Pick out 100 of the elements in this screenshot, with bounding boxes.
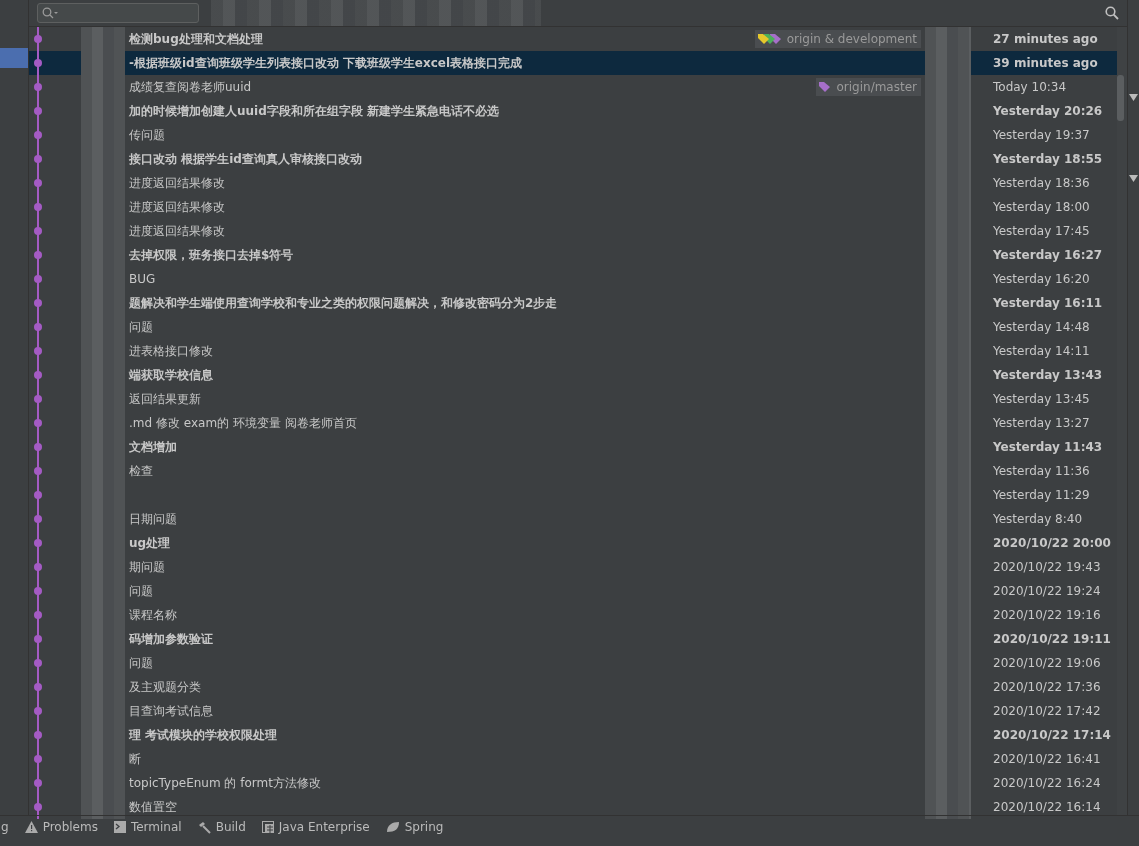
- commit-message: 理 考试模块的学校权限处理: [129, 726, 279, 744]
- tool-window-button[interactable]: Java Enterprise: [261, 820, 370, 834]
- commit-message: 进表格接口修改: [129, 342, 214, 360]
- branch-label: origin/master: [816, 78, 921, 96]
- commit-message: 题解决和学生端使用查询学校和专业之类的权限问题解决，和修改密码分为2步走: [129, 294, 559, 312]
- commit-date: 2020/10/22 16:14: [993, 800, 1102, 814]
- commit-message: 加的时候增加创建人uuid字段和所在组字段 新建学生紧急电话不必选: [129, 102, 500, 120]
- commit-row[interactable]: 进度返回结果修改 Yesterday 18:36: [29, 171, 1117, 195]
- commit-row[interactable]: topicTypeEnum 的 formt方法修改 2020/10/22 16:24: [29, 771, 1117, 795]
- commit-date: Yesterday 14:48: [993, 320, 1091, 334]
- commit-row[interactable]: 问题 2020/10/22 19:24: [29, 579, 1117, 603]
- commit-message: 去掉权限，班务接口去掉$符号: [129, 246, 295, 264]
- commit-row[interactable]: 目查询考试信息 2020/10/22 17:42: [29, 699, 1117, 723]
- commit-row[interactable]: 进度返回结果修改 Yesterday 18:00: [29, 195, 1117, 219]
- commit-row[interactable]: 进表格接口修改 Yesterday 14:11: [29, 339, 1117, 363]
- commit-row[interactable]: .md 修改 exam的 环境变量 阅卷老师首页 Yesterday 13:27: [29, 411, 1117, 435]
- commit-message: 断: [129, 750, 142, 768]
- commit-date: 2020/10/22 19:11: [993, 632, 1112, 646]
- commit-row[interactable]: 加的时候增加创建人uuid字段和所在组字段 新建学生紧急电话不必选 Yesterday 20:26: [29, 99, 1117, 123]
- commit-date: Yesterday 18:36: [993, 176, 1091, 190]
- commit-date: Yesterday 8:40: [993, 512, 1083, 526]
- commit-date: Yesterday 13:43: [993, 368, 1104, 382]
- commit-message: 接口改动 根据学生id查询真人审核接口改动: [129, 150, 363, 168]
- commit-message: 端获取学校信息: [129, 366, 214, 384]
- commit-message: 数值置空: [129, 798, 178, 816]
- commit-row[interactable]: 去掉权限，班务接口去掉$符号 Yesterday 16:27: [29, 243, 1117, 267]
- commit-date: 2020/10/22 16:24: [993, 776, 1102, 790]
- commit-date: Yesterday 11:36: [993, 464, 1091, 478]
- commit-date: Yesterday 13:27: [993, 416, 1091, 430]
- tool-window-button[interactable]: Terminal: [113, 820, 182, 834]
- commit-message: 课程名称: [129, 606, 178, 624]
- commit-date: Today 10:34: [993, 80, 1068, 94]
- commit-message: .md 修改 exam的 环境变量 阅卷老师首页: [129, 414, 358, 432]
- commit-row[interactable]: 进度返回结果修改 Yesterday 17:45: [29, 219, 1117, 243]
- commit-row[interactable]: Yesterday 11:29: [29, 483, 1117, 507]
- commit-row[interactable]: 问题 Yesterday 14:48: [29, 315, 1117, 339]
- commit-date: Yesterday 13:45: [993, 392, 1091, 406]
- commit-date: Yesterday 16:27: [993, 248, 1104, 262]
- commit-row[interactable]: ug处理 2020/10/22 20:00: [29, 531, 1117, 555]
- commit-row[interactable]: 期问题 2020/10/22 19:43: [29, 555, 1117, 579]
- commit-message: 检测bug处理和文档处理: [129, 30, 264, 48]
- commit-date: 39 minutes ago: [993, 56, 1099, 70]
- commit-date: Yesterday 18:55: [993, 152, 1104, 166]
- tool-window-button[interactable]: Spring: [385, 820, 444, 834]
- commit-message: 及主观题分类: [129, 678, 202, 696]
- commit-date: 2020/10/22 17:36: [993, 680, 1102, 694]
- commit-message: 码增加参数验证: [129, 630, 214, 648]
- commit-row[interactable]: 日期问题 Yesterday 8:40: [29, 507, 1117, 531]
- commit-date: Yesterday 11:43: [993, 440, 1104, 454]
- tool-window-button[interactable]: Build: [197, 820, 246, 834]
- commit-row[interactable]: BUG Yesterday 16:20: [29, 267, 1117, 291]
- commit-date: Yesterday 20:26: [993, 104, 1104, 118]
- commit-row[interactable]: 接口改动 根据学生id查询真人审核接口改动 Yesterday 18:55: [29, 147, 1117, 171]
- commit-date: Yesterday 17:45: [993, 224, 1091, 238]
- commit-date: 2020/10/22 17:42: [993, 704, 1102, 718]
- commit-message: 进度返回结果修改: [129, 174, 226, 192]
- commit-message: 期问题: [129, 558, 166, 576]
- commit-row[interactable]: 检查 Yesterday 11:36: [29, 459, 1117, 483]
- commit-message: 返回结果更新: [129, 390, 202, 408]
- commit-date: Yesterday 19:37: [993, 128, 1091, 142]
- commit-row[interactable]: 返回结果更新 Yesterday 13:45: [29, 387, 1117, 411]
- commit-message: 检查: [129, 462, 154, 480]
- commit-message: 进度返回结果修改: [129, 198, 226, 216]
- commit-row[interactable]: 码增加参数验证 2020/10/22 19:11: [29, 627, 1117, 651]
- commit-row[interactable]: 成绩复查阅卷老师uuid origin/master Today 10:34: [29, 75, 1117, 99]
- commit-date: Yesterday 18:00: [993, 200, 1091, 214]
- commit-message: topicTypeEnum 的 formt方法修改: [129, 774, 322, 792]
- commit-row[interactable]: 断 2020/10/22 16:41: [29, 747, 1117, 771]
- branch-label: origin & development: [754, 30, 921, 48]
- commit-message: -根据班级id查询班级学生列表接口改动 下载班级学生excel表格接口完成: [129, 54, 524, 72]
- commit-row[interactable]: 文档增加 Yesterday 11:43: [29, 435, 1117, 459]
- commit-row[interactable]: 问题 2020/10/22 19:06: [29, 651, 1117, 675]
- commit-message: 日期问题: [129, 510, 178, 528]
- commit-date: 2020/10/22 19:06: [993, 656, 1102, 670]
- commit-message: 目查询考试信息: [129, 702, 214, 720]
- commit-date: 2020/10/22 20:00: [993, 536, 1112, 550]
- commit-date: Yesterday 16:20: [993, 272, 1091, 286]
- commit-row[interactable]: -根据班级id查询班级学生列表接口改动 下载班级学生excel表格接口完成 39 minutes ago: [29, 51, 1117, 75]
- commit-date: 2020/10/22 19:16: [993, 608, 1102, 622]
- commit-row[interactable]: 数值置空 2020/10/22 16:14: [29, 795, 1117, 819]
- commit-row[interactable]: 传问题 Yesterday 19:37: [29, 123, 1117, 147]
- commit-message: 文档增加: [129, 438, 178, 456]
- commit-message: 问题: [129, 582, 154, 600]
- commit-date: Yesterday 14:11: [993, 344, 1091, 358]
- tool-window-button[interactable]: g: [1, 820, 9, 834]
- commit-date: 2020/10/22 16:41: [993, 752, 1102, 766]
- commit-message: ug处理: [129, 534, 172, 552]
- commit-message: BUG: [129, 272, 157, 286]
- commit-row[interactable]: 及主观题分类 2020/10/22 17:36: [29, 675, 1117, 699]
- commit-row[interactable]: 端获取学校信息 Yesterday 13:43: [29, 363, 1117, 387]
- commit-date: Yesterday 11:29: [993, 488, 1091, 502]
- commit-date: 2020/10/22 19:43: [993, 560, 1102, 574]
- commit-row[interactable]: 题解决和学生端使用查询学校和专业之类的权限问题解决，和修改密码分为2步走 Yesterday 16:11: [29, 291, 1117, 315]
- commit-message: 进度返回结果修改: [129, 222, 226, 240]
- commit-date: 2020/10/22 19:24: [993, 584, 1102, 598]
- tool-window-button[interactable]: Problems: [24, 820, 98, 834]
- commit-row[interactable]: 课程名称 2020/10/22 19:16: [29, 603, 1117, 627]
- commit-row[interactable]: 理 考试模块的学校权限处理 2020/10/22 17:14: [29, 723, 1117, 747]
- commit-message: 问题: [129, 318, 154, 336]
- commit-date: Yesterday 16:11: [993, 296, 1104, 310]
